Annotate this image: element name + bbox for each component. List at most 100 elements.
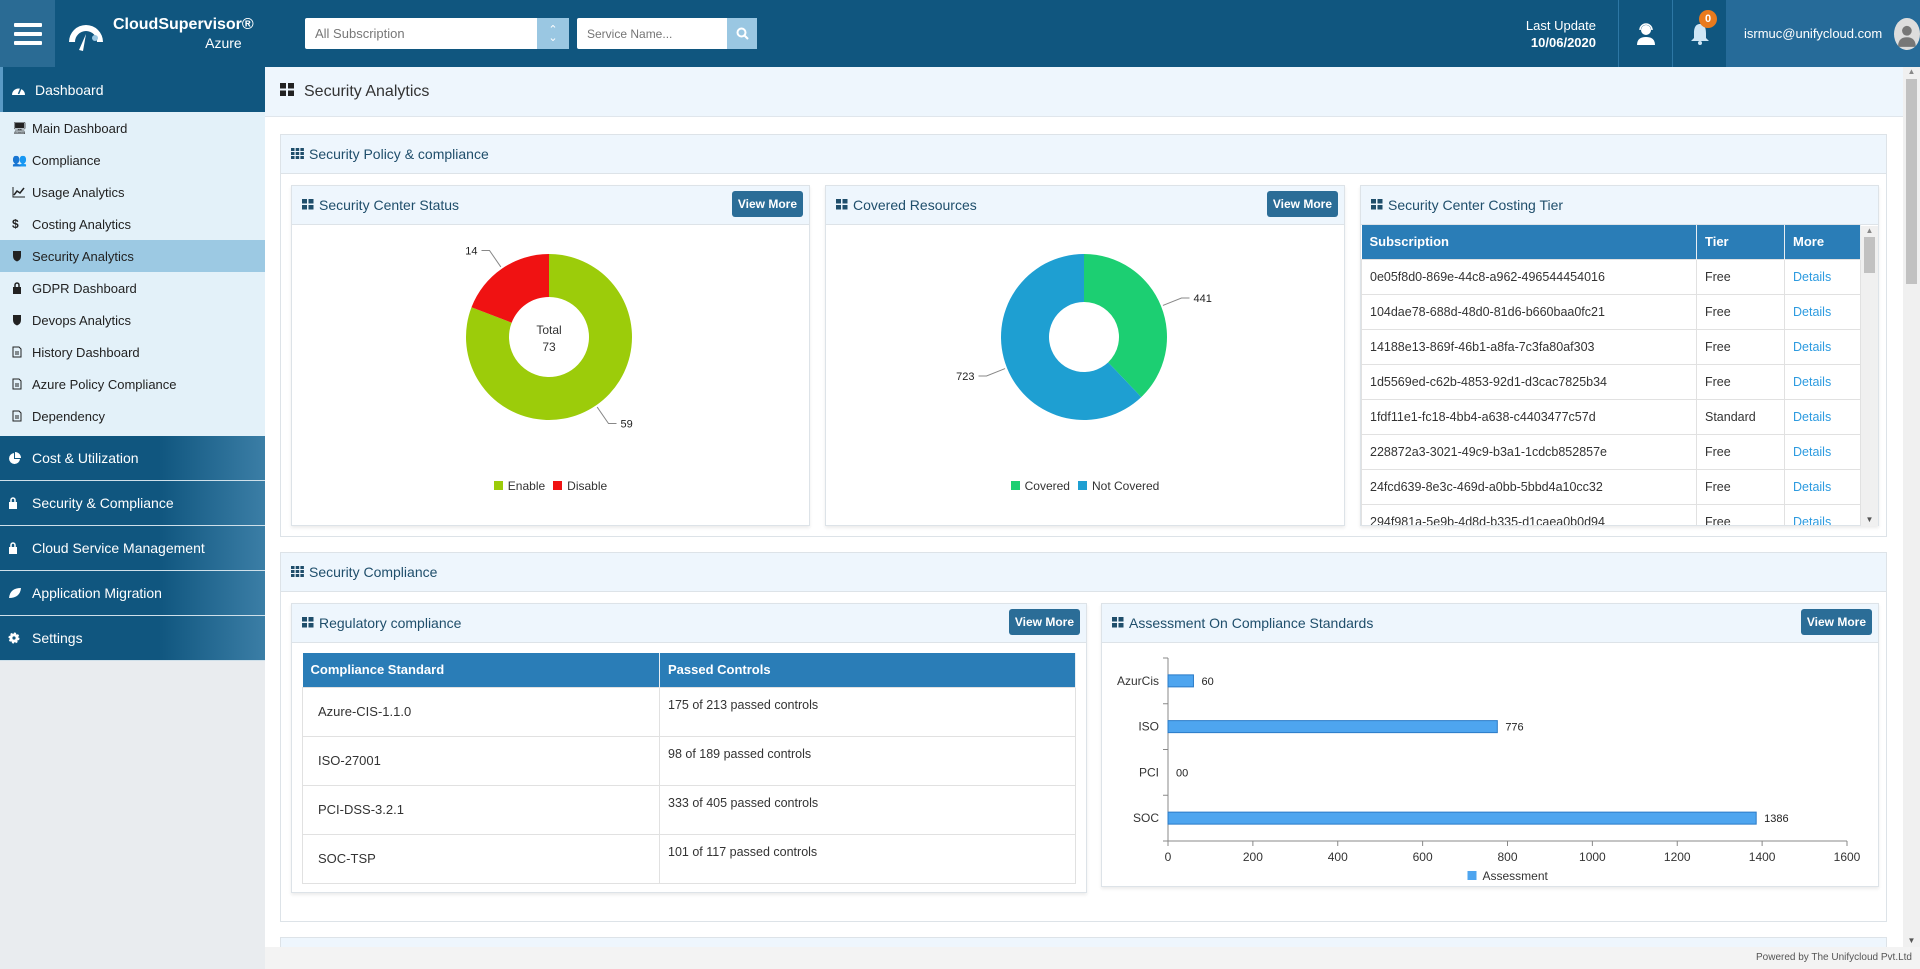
leader-line	[481, 249, 502, 268]
sidebar-item-dependency[interactable]: Dependency	[0, 400, 265, 432]
sidebar-cloud-service-management[interactable]: Cloud Service Management	[0, 526, 265, 571]
scroll-up-arrow-icon[interactable]: ▲	[1903, 67, 1920, 76]
sidebar-item-usage-analytics[interactable]: Usage Analytics	[0, 176, 265, 208]
subscription-cell: 1fdf11e1-fc18-4bb4-a638-c4403477c57d	[1361, 398, 1697, 435]
legend-item-covered[interactable]: Covered	[1010, 479, 1070, 493]
subscription-cell: 1d5569ed-c62b-4853-92d1-d3cac7825b34	[1361, 363, 1697, 400]
sidebar-item-azure-policy-compliance[interactable]: Azure Policy Compliance	[0, 368, 265, 400]
user-menu[interactable]: isrmuc@unifycloud.com	[1726, 0, 1920, 67]
gear-icon	[8, 632, 32, 644]
sidebar-dashboard-header[interactable]: Dashboard	[0, 67, 265, 112]
top-bar: CloudSupervisor® Azure All Subscription …	[0, 0, 1920, 67]
table-row: 14188e13-869f-46b1-a8fa-7c3fa80af303 Fre…	[1361, 328, 1861, 365]
details-link[interactable]: Details	[1793, 305, 1831, 319]
view-more-button[interactable]: View More	[731, 191, 803, 217]
column-header[interactable]: Compliance Standard	[302, 653, 660, 687]
sidebar-item-compliance[interactable]: 👥 Compliance	[0, 144, 265, 176]
bar-soc	[1167, 811, 1757, 825]
legend-label: Disable	[567, 479, 608, 493]
chart-legend: Covered Not Covered	[826, 479, 1344, 493]
search-button[interactable]	[727, 18, 757, 49]
document-icon	[12, 410, 32, 422]
legend-item-disable[interactable]: Disable	[553, 479, 607, 493]
subscription-cell: 104dae78-688d-48d0-81d6-b660baa0fc21	[1361, 293, 1697, 330]
scrollbar-thumb[interactable]	[1864, 237, 1875, 273]
details-link[interactable]: Details	[1793, 340, 1831, 354]
column-header[interactable]: Subscription	[1361, 225, 1697, 259]
legend-item-enable[interactable]: Enable	[493, 479, 546, 493]
sidebar-item-gdpr-dashboard[interactable]: GDPR Dashboard	[0, 272, 265, 304]
subscription-cell: 228872a3-3021-49c9-b3a1-1cdcb852857e	[1361, 433, 1697, 470]
tier-cell: Free	[1696, 293, 1785, 330]
column-header[interactable]: Passed Controls	[659, 653, 1076, 687]
table-scrollbar[interactable]: ▲ ▼	[1861, 226, 1878, 526]
sidebar-item-devops-analytics[interactable]: Devops Analytics	[0, 304, 265, 336]
details-link[interactable]: Details	[1793, 480, 1831, 494]
menu-toggle-button[interactable]	[0, 0, 55, 67]
page-scrollbar[interactable]: ▲ ▼	[1903, 67, 1920, 947]
details-link[interactable]: Details	[1793, 270, 1831, 284]
sidebar-submenu: 🖥 Main Dashboard 👥 Compliance Usage Analyt…	[0, 112, 265, 432]
legend-swatch	[1467, 871, 1477, 880]
details-link[interactable]: Details	[1793, 515, 1831, 526]
data-label: 59	[621, 419, 633, 431]
scroll-down-arrow-icon[interactable]: ▼	[1861, 515, 1878, 524]
subscription-cell: 294f981a-5e9b-4d8d-b335-d1caea0b0d94	[1361, 503, 1697, 525]
service-name-input[interactable]	[577, 26, 727, 41]
table-row: PCI-DSS-3.2.1 333 of 405 passed controls	[302, 784, 1076, 835]
details-link[interactable]: Details	[1793, 375, 1831, 389]
sidebar-item-label: Compliance	[32, 152, 101, 168]
legend-item-not-covered[interactable]: Not Covered	[1077, 479, 1159, 493]
last-update-label: Last Update	[1525, 17, 1596, 33]
sidebar-application-migration[interactable]: Application Migration	[0, 571, 265, 616]
panel-security-center-status: Security Center Status View More 59 14 Tot…	[291, 185, 810, 526]
support-button[interactable]	[1618, 0, 1672, 67]
column-header[interactable]: More	[1784, 225, 1861, 259]
scroll-up-arrow-icon[interactable]: ▲	[1861, 226, 1878, 235]
sidebar-security-compliance[interactable]: Security & Compliance	[0, 481, 265, 526]
sidebar-item-history-dashboard[interactable]: History Dashboard	[0, 336, 265, 368]
sidebar-main-label: Settings	[32, 630, 83, 646]
subscription-select[interactable]: All Subscription ⌃ ⌄	[305, 18, 569, 49]
sidebar-main-label: Cost & Utilization	[32, 450, 139, 466]
section-security-compliance: Security Compliance Regulatory complianc…	[280, 552, 1887, 922]
sidebar-item-costing-analytics[interactable]: $ Costing Analytics	[0, 208, 265, 240]
line-chart-icon	[12, 186, 32, 198]
logo[interactable]: CloudSupervisor® Azure	[65, 14, 290, 54]
x-tick-label: 1200	[1664, 850, 1691, 864]
more-cell: Details	[1784, 258, 1861, 295]
sidebar-item-main-dashboard[interactable]: 🖥 Main Dashboard	[0, 112, 265, 144]
passed-cell: 101 of 117 passed controls	[659, 833, 1076, 884]
scroll-down-arrow-icon[interactable]: ▼	[1903, 936, 1920, 945]
subscription-cell: 0e05f8d0-869e-44c8-a962-496544454016	[1361, 258, 1697, 295]
grid-icon	[280, 82, 294, 101]
grid-small-icon	[291, 564, 304, 580]
legend-label: Enable	[507, 479, 546, 493]
x-tick-label: 1000	[1579, 850, 1606, 864]
notifications-button[interactable]: 0	[1672, 0, 1726, 67]
data-label: 723	[956, 371, 974, 383]
standard-cell: ISO-27001	[302, 735, 660, 786]
sidebar-item-security-analytics[interactable]: Security Analytics	[0, 240, 265, 272]
grid-icon	[1371, 197, 1383, 213]
panel-header: Security Center Costing Tier	[1361, 186, 1878, 225]
section-title: Security Compliance	[309, 564, 438, 580]
view-more-button[interactable]: View More	[1800, 609, 1872, 635]
section-security-policy: Security Policy & compliance Security Ce…	[280, 134, 1887, 537]
sidebar-settings[interactable]: Settings	[0, 616, 265, 661]
shield-icon	[12, 250, 32, 262]
column-header[interactable]: Tier	[1696, 225, 1785, 259]
standard-cell: Azure-CIS-1.1.0	[302, 686, 660, 737]
details-link[interactable]: Details	[1793, 410, 1831, 424]
bar-data-label: 60	[1201, 676, 1213, 688]
x-tick-label: 0	[1165, 850, 1172, 864]
x-tick-label: 1400	[1749, 850, 1776, 864]
details-link[interactable]: Details	[1793, 445, 1831, 459]
view-more-button[interactable]: View More	[1266, 191, 1338, 217]
scrollbar-thumb[interactable]	[1906, 79, 1917, 284]
more-cell: Details	[1784, 398, 1861, 435]
view-more-button[interactable]: View More	[1008, 609, 1080, 635]
footer: Powered by The Unifycloud Pvt.Ltd	[265, 947, 1920, 969]
sidebar-cost-utilization[interactable]: Cost & Utilization	[0, 436, 265, 481]
more-cell: Details	[1784, 328, 1861, 365]
